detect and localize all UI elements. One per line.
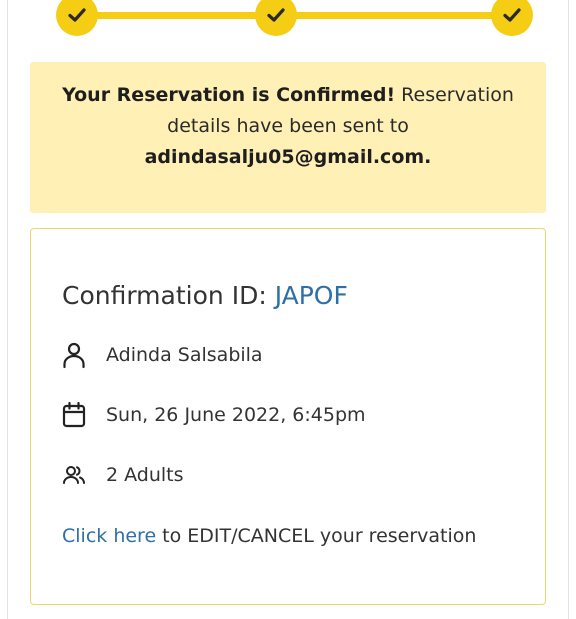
calendar-icon: [62, 401, 86, 429]
confirmation-id: JAPOF: [274, 281, 348, 310]
page-edge-right: [568, 0, 569, 619]
page-edge-left: [7, 0, 8, 619]
progress-stepper: [0, 0, 576, 44]
check-icon: [503, 8, 521, 22]
confirmation-banner: Your Reservation is Confirmed! Reservati…: [30, 62, 546, 213]
check-icon: [68, 8, 86, 22]
datetime-row: Sun, 26 June 2022, 6:45pm: [62, 401, 366, 429]
party-size: 2 Adults: [106, 464, 184, 486]
user-icon: [62, 341, 86, 369]
users-icon: [62, 461, 86, 489]
party-size-row: 2 Adults: [62, 461, 184, 489]
reservation-datetime: Sun, 26 June 2022, 6:45pm: [106, 404, 366, 426]
banner-headline: Your Reservation is Confirmed!: [62, 84, 396, 106]
step-3-complete: [491, 0, 533, 36]
reservation-confirmation-page: Your Reservation is Confirmed! Reservati…: [0, 0, 576, 619]
edit-cancel-line: Click here to EDIT/CANCEL your reservati…: [62, 525, 476, 547]
step-1-complete: [56, 0, 98, 36]
reservation-details-card: Confirmation ID: JAPOF Adinda Salsabila …: [30, 228, 546, 605]
step-2-complete: [255, 0, 297, 36]
edit-reservation-link[interactable]: Click here: [62, 525, 156, 547]
guest-row: Adinda Salsabila: [62, 341, 263, 369]
edit-cancel-text: to EDIT/CANCEL your reservation: [156, 525, 477, 547]
banner-email: adindasalju05@gmail.com.: [144, 146, 432, 168]
guest-name: Adinda Salsabila: [106, 344, 263, 366]
confirmation-heading: Confirmation ID: JAPOF: [62, 281, 348, 310]
check-icon: [267, 8, 285, 22]
confirmation-label: Confirmation ID:: [62, 281, 275, 310]
